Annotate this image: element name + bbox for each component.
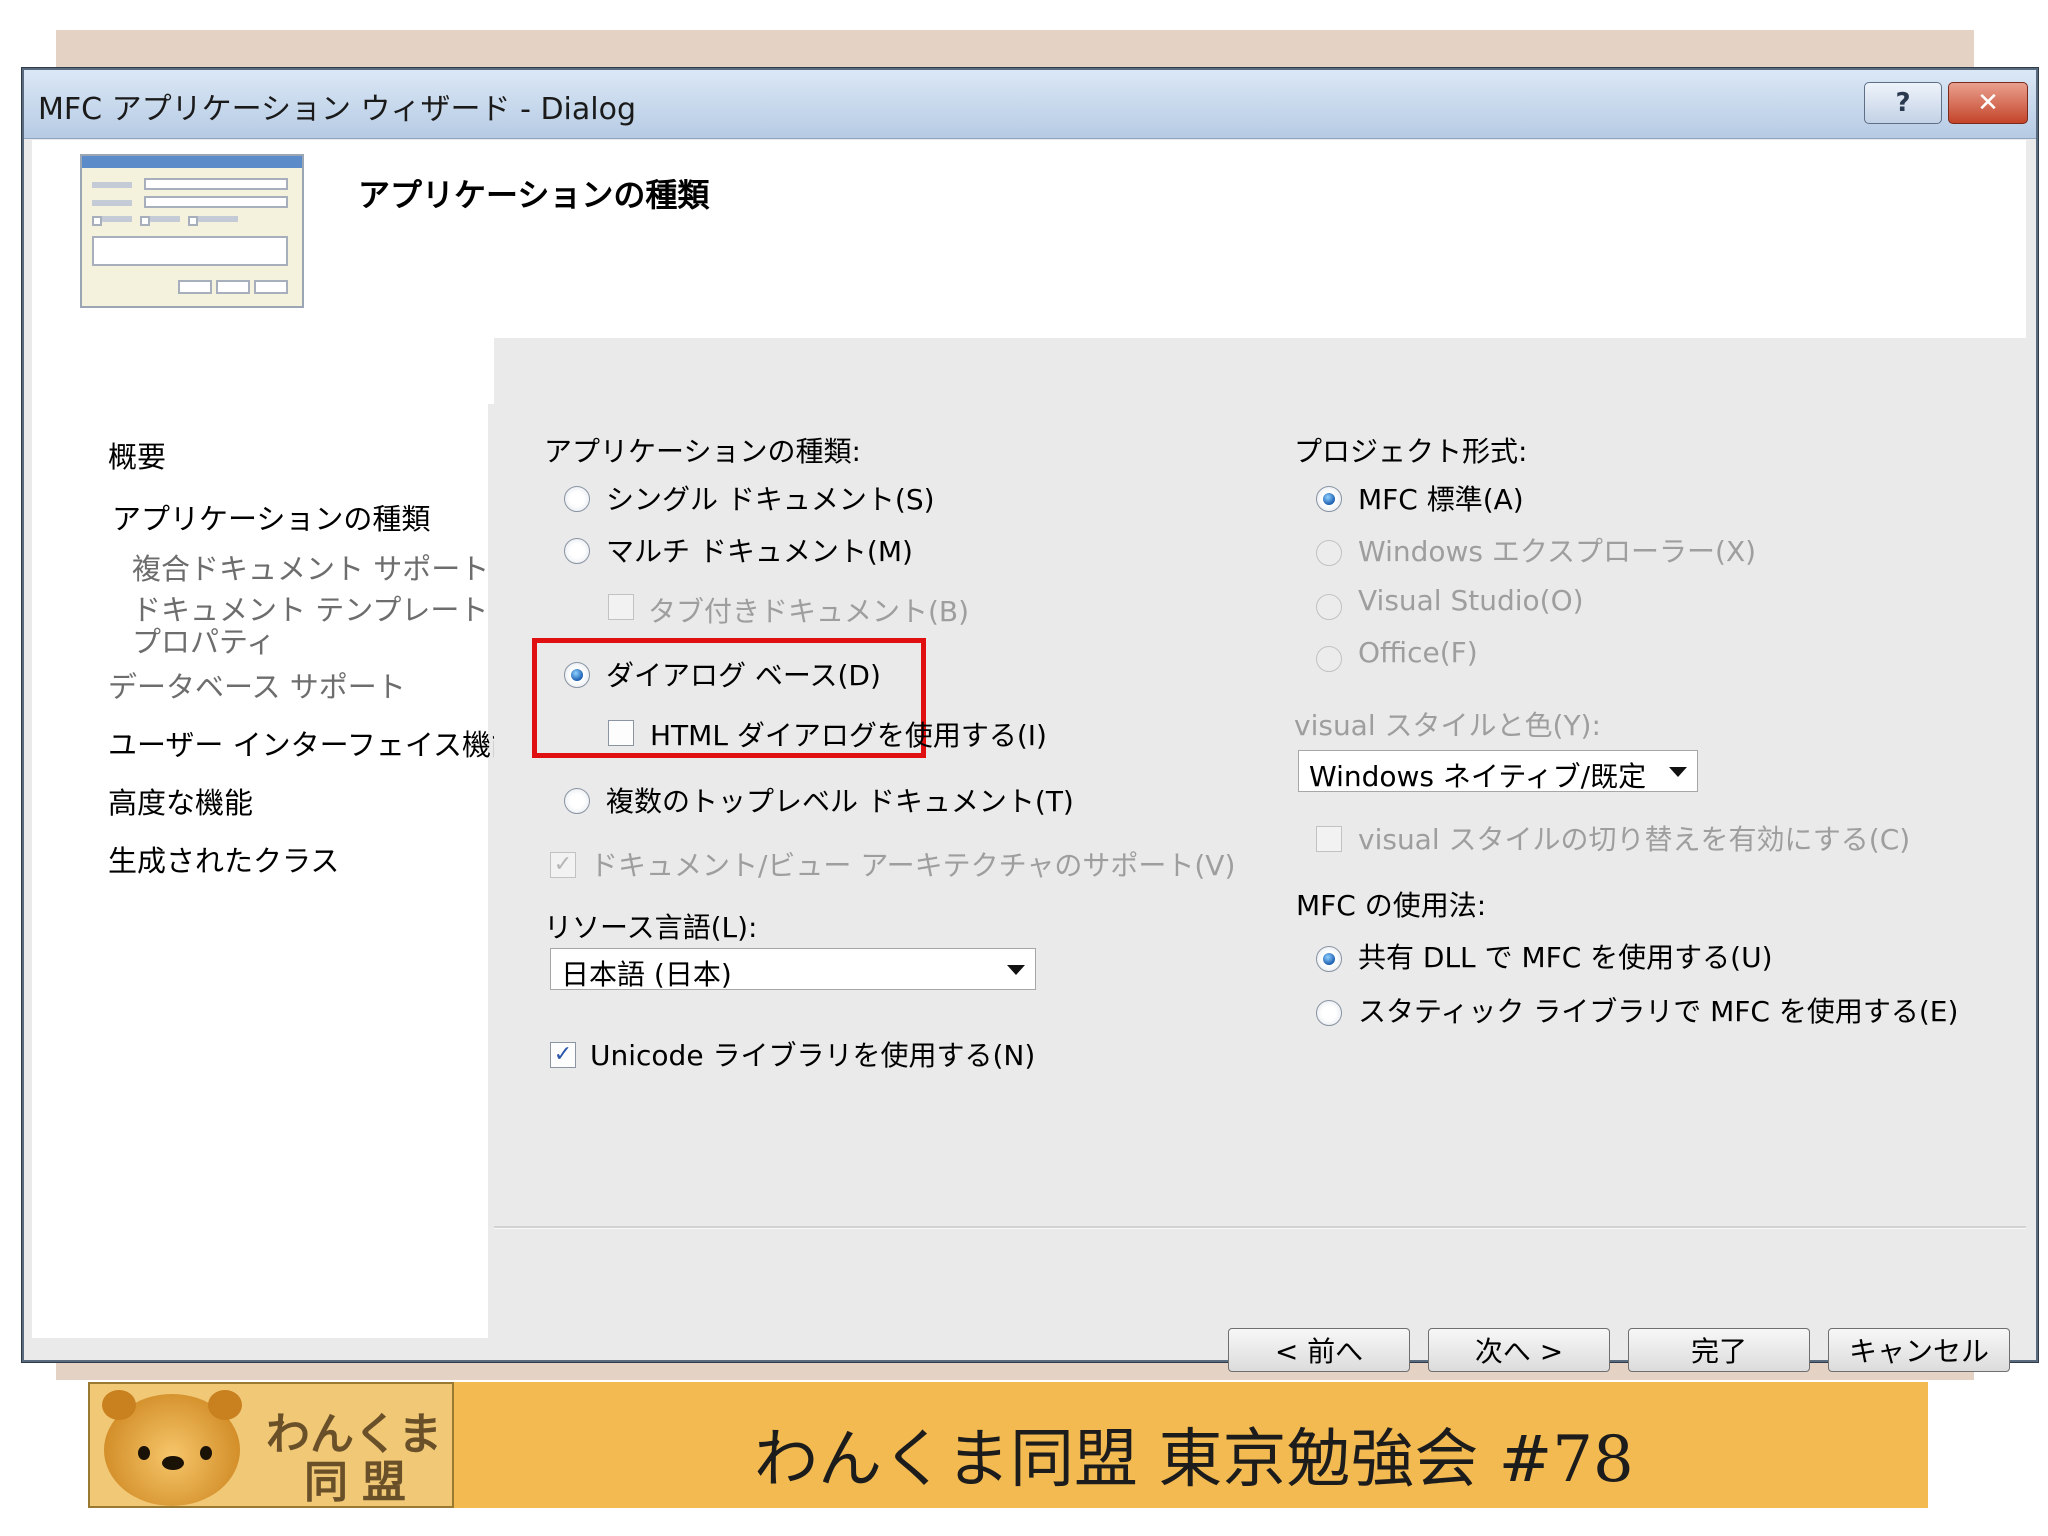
visual-style-switch-label: visual スタイルの切り替えを有効にする(C) [1358,823,1911,856]
app-type-group-label: アプリケーションの種類: [544,435,861,468]
shared-dll-radio[interactable] [1316,946,1342,972]
title-bar[interactable]: MFC アプリケーション ウィザード - Dialog ? ✕ [24,70,2036,139]
nav-item-application-type[interactable]: アプリケーションの種類 [112,502,430,536]
windows-explorer-label: Windows エクスプローラー(X) [1358,535,1757,568]
close-icon: ✕ [1977,88,1999,118]
multiple-toplevel-label[interactable]: 複数のトップレベル ドキュメント(T) [606,780,1074,820]
page-title: アプリケーションの種類 [358,176,710,214]
bear-face-icon [102,1390,242,1506]
visual-studio-radio[interactable] [1316,594,1342,620]
wizard-dialog: MFC アプリケーション ウィザード - Dialog ? ✕ アプリケーション… [22,68,2038,1372]
logo-text-line2: 同盟 [304,1457,420,1508]
tabbed-document-checkbox[interactable] [608,594,634,620]
nav-item-advanced-features[interactable]: 高度な機能 [108,786,253,820]
wizard-content: アプリケーションの種類: シングル ドキュメント(S) マルチ ドキュメント(M… [494,338,2026,1372]
help-icon: ? [1895,88,1911,118]
nav-item-database-support[interactable]: データベース サポート [108,670,406,704]
mfc-standard-label[interactable]: MFC 標準(A) [1358,478,1524,518]
project-style-group-label: プロジェクト形式: [1294,435,1528,468]
visual-studio-label: Visual Studio(O) [1358,584,1584,617]
multi-document-label[interactable]: マルチ ドキュメント(M) [606,530,913,570]
nav-item-ui-features[interactable]: ユーザー インターフェイス機能 [108,728,520,762]
static-library-label[interactable]: スタティック ライブラリで MFC を使用する(E) [1358,990,1958,1030]
resource-language-dropdown[interactable]: 日本語 (日本) [550,948,1036,991]
next-button[interactable]: 次へ > [1428,1328,1610,1372]
use-html-dialog-label[interactable]: HTML ダイアログを使用する(I) [650,714,1047,754]
resource-language-value: 日本語 (日本) [561,958,732,991]
doc-view-support-checkbox[interactable]: ✓ [550,852,576,878]
visual-style-label: visual スタイルと色(Y): [1294,709,1601,742]
nav-item-generated-classes[interactable]: 生成されたクラス [108,844,339,878]
multiple-toplevel-radio[interactable] [564,788,590,814]
mfc-usage-group-label: MFC の使用法: [1296,889,1487,922]
visual-style-dropdown[interactable]: Windows ネイティブ/既定 [1298,750,1698,793]
resource-language-label: リソース言語(L): [544,911,758,944]
tabbed-document-label: タブ付きドキュメント(B) [648,595,970,628]
static-library-radio[interactable] [1316,1000,1342,1026]
use-html-dialog-checkbox[interactable] [608,720,634,746]
window-title: MFC アプリケーション ウィザード - Dialog [38,92,637,127]
wizard-dialog-illustration-icon [80,154,304,308]
wankuma-logo: わんくま 同盟 [88,1382,454,1508]
office-radio[interactable] [1316,646,1342,672]
wizard-navigation: 概要 アプリケーションの種類 複合ドキュメント サポート ドキュメント テンプレ… [32,338,520,1338]
nav-item-compound-document[interactable]: 複合ドキュメント サポート [132,552,489,586]
dialog-based-radio[interactable] [564,662,590,688]
single-document-label[interactable]: シングル ドキュメント(S) [606,478,935,518]
finish-button[interactable]: 完了 [1628,1328,1810,1372]
nav-item-document-template[interactable]: ドキュメント テンプレート プロパティ [132,594,492,658]
help-button[interactable]: ? [1864,82,1942,124]
visual-style-value: Windows ネイティブ/既定 [1309,760,1647,793]
mfc-standard-radio[interactable] [1316,486,1342,512]
unicode-library-label[interactable]: Unicode ライブラリを使用する(N) [590,1034,1035,1074]
unicode-library-checkbox[interactable]: ✓ [550,1042,576,1068]
prev-button[interactable]: < 前へ [1228,1328,1410,1372]
button-separator [494,1226,2026,1229]
footer-title: わんくま同盟 東京勉強会 #78 [754,1423,1634,1497]
radio-selected-dot [571,669,583,681]
close-button[interactable]: ✕ [1948,82,2028,124]
visual-style-switch-checkbox[interactable] [1316,826,1342,852]
dialog-based-label[interactable]: ダイアログ ベース(D) [606,654,881,694]
cancel-button[interactable]: キャンセル [1828,1328,2010,1372]
multi-document-radio[interactable] [564,538,590,564]
slide-footer: わんくま 同盟 わんくま同盟 東京勉強会 #78 [88,1382,1928,1508]
doc-view-support-label: ドキュメント/ビュー アーキテクチャのサポート(V) [590,849,1236,882]
nav-item-overview[interactable]: 概要 [108,440,166,474]
chevron-down-icon [1007,965,1025,975]
single-document-radio[interactable] [564,486,590,512]
shared-dll-label[interactable]: 共有 DLL で MFC を使用する(U) [1358,936,1773,976]
chevron-down-icon [1669,767,1687,777]
radio-selected-dot [1323,493,1335,505]
windows-explorer-radio[interactable] [1316,540,1342,566]
office-label: Office(F) [1358,636,1478,669]
radio-selected-dot [1323,953,1335,965]
